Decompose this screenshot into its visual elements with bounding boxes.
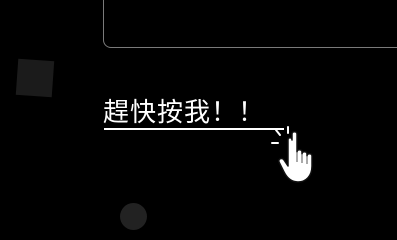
decorative-square	[15, 58, 55, 98]
outlined-panel	[103, 0, 397, 48]
click-me-link[interactable]: 趕快按我！！	[103, 98, 265, 128]
pointing-hand-icon	[271, 126, 313, 183]
link-underline	[104, 128, 284, 130]
decorative-circle	[120, 203, 147, 230]
